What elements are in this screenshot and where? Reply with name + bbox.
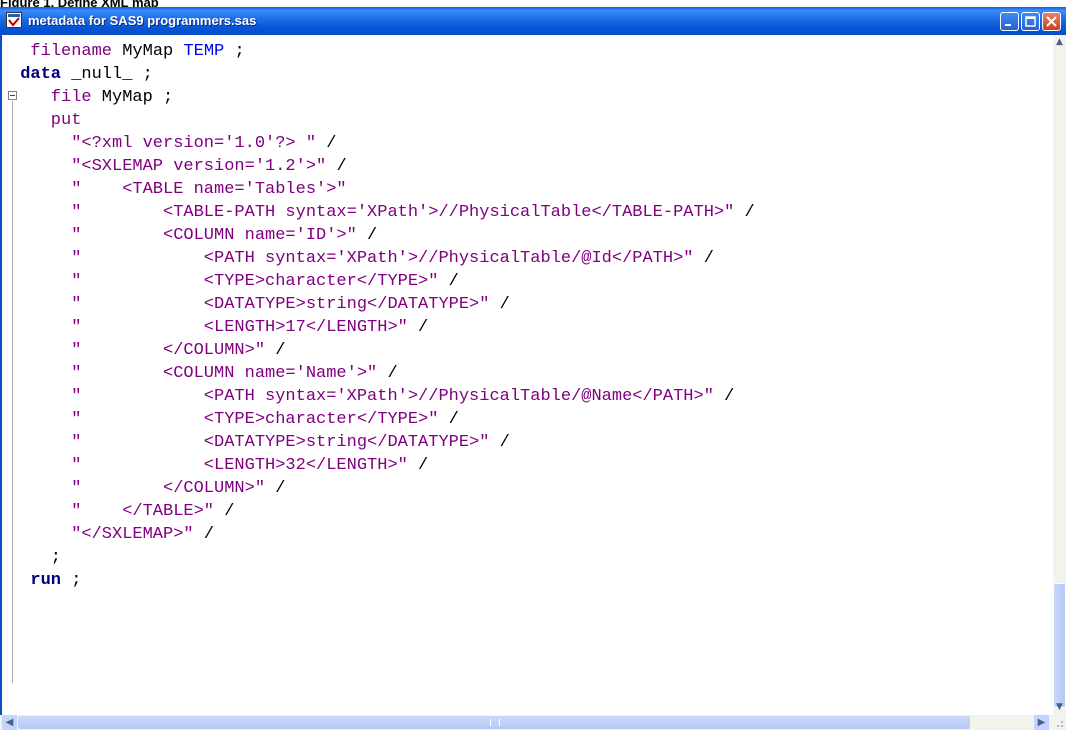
code-token: " <DATATYPE>string</DATATYPE>" <box>71 295 500 314</box>
code-line: file MyMap ; <box>51 86 173 109</box>
code-token: "<SXLEMAP version='1.2'>" <box>71 157 337 176</box>
code-token: ; <box>142 65 153 84</box>
vertical-scroll-thumb[interactable] <box>1053 583 1066 708</box>
code-token: " <COLUMN name='ID'>" <box>71 226 368 245</box>
collapse-icon[interactable] <box>8 91 17 100</box>
scroll-up-arrow-icon[interactable]: ▲ <box>1053 35 1066 50</box>
code-token: / <box>724 387 735 406</box>
code-line: filename MyMap TEMP ; <box>30 40 244 63</box>
scroll-left-arrow-icon[interactable]: ◀ <box>2 715 17 730</box>
close-icon <box>1046 16 1057 27</box>
minimize-button[interactable] <box>1000 12 1019 31</box>
code-token: " </TABLE>" <box>71 502 225 521</box>
code-token: / <box>203 525 215 544</box>
code-line: data _null_ ; <box>20 63 153 86</box>
code-token: " <TABLE-PATH syntax='XPath'>//PhysicalT… <box>71 203 745 222</box>
code-line: " <DATATYPE>string</DATATYPE>" / <box>71 293 510 316</box>
code-line: "<?xml version='1.0'?> " / <box>71 132 336 155</box>
code-token: / <box>448 272 459 291</box>
code-line: "<SXLEMAP version='1.2'>" / <box>71 155 346 178</box>
vertical-scrollbar[interactable]: ▲ ▼ <box>1053 35 1066 715</box>
code-token: " </COLUMN>" <box>71 479 276 498</box>
code-token: / <box>367 226 378 245</box>
code-line: " <TYPE>character</TYPE>" / <box>71 408 459 431</box>
code-line: " <PATH syntax='XPath'>//PhysicalTable/@… <box>71 247 714 270</box>
code-token: " <DATATYPE>string</DATATYPE>" <box>71 433 500 452</box>
code-line: run ; <box>30 569 81 592</box>
horizontal-scrollbar[interactable]: ◀ ▶ <box>0 715 1066 730</box>
code-line: " <LENGTH>17</LENGTH>" / <box>71 316 428 339</box>
code-token: / <box>418 318 429 337</box>
code-token: " </COLUMN>" <box>71 341 276 360</box>
fold-guide <box>12 101 13 683</box>
code-token: ; <box>50 548 61 567</box>
code-token: / <box>224 502 235 521</box>
code-token: " <PATH syntax='XPath'>//PhysicalTable/@… <box>71 387 725 406</box>
close-button[interactable] <box>1042 12 1061 31</box>
code-line: " <TABLE-PATH syntax='XPath'>//PhysicalT… <box>71 201 755 224</box>
code-token: " <TABLE name='Tables'>" <box>71 180 347 199</box>
code-token: / <box>703 249 714 268</box>
code-token: _null_ <box>61 65 143 84</box>
code-line: " <TABLE name='Tables'>" <box>71 178 346 201</box>
code-token: TEMP <box>183 42 225 61</box>
code-token: " <PATH syntax='XPath'>//PhysicalTable/@… <box>71 249 704 268</box>
code-token: / <box>499 295 510 314</box>
code-token: ; <box>61 571 82 590</box>
code-token: data <box>20 65 61 84</box>
code-line: ; <box>51 546 61 569</box>
code-line: put <box>51 109 82 132</box>
code-token: / <box>326 134 337 153</box>
code-token: put <box>50 111 82 130</box>
code-token: / <box>275 479 286 498</box>
scroll-right-arrow-icon[interactable]: ▶ <box>1034 715 1049 730</box>
code-line: "</SXLEMAP>" / <box>71 523 214 546</box>
code-token: run <box>30 571 61 590</box>
code-token: / <box>336 157 347 176</box>
code-token: "</SXLEMAP>" <box>71 525 204 544</box>
sas-editor-window: metadata for SAS9 programmers.sas filena… <box>0 7 1066 738</box>
code-token: " <TYPE>character</TYPE>" <box>71 410 449 429</box>
code-line: " </COLUMN>" / <box>71 477 285 500</box>
code-token: ; <box>224 42 245 61</box>
code-line: " <PATH syntax='XPath'>//PhysicalTable/@… <box>71 385 734 408</box>
code-token: "<?xml version='1.0'?> " <box>71 134 327 153</box>
title-bar[interactable]: metadata for SAS9 programmers.sas <box>0 7 1066 35</box>
code-token: " <LENGTH>17</LENGTH>" <box>71 318 419 337</box>
maximize-icon <box>1025 16 1036 27</box>
code-token: MyMap ; <box>91 88 174 107</box>
code-token: " <COLUMN name='Name'>" <box>71 364 388 383</box>
code-token: / <box>418 456 429 475</box>
code-line: " <COLUMN name='Name'>" / <box>71 362 397 385</box>
window-title: metadata for SAS9 programmers.sas <box>28 13 257 28</box>
code-line: " </COLUMN>" / <box>71 339 285 362</box>
code-editor[interactable]: filename MyMap TEMP ; data _null_ ; file M… <box>0 35 1053 715</box>
scroll-down-arrow-icon[interactable]: ▼ <box>1053 700 1066 715</box>
code-token: / <box>387 364 398 383</box>
grip-icon <box>490 719 500 726</box>
sas-program-icon <box>6 12 22 28</box>
horizontal-scroll-thumb[interactable] <box>18 716 970 729</box>
code-token: file <box>50 88 92 107</box>
code-token: / <box>744 203 755 222</box>
minimize-icon <box>1005 24 1011 26</box>
code-line: " <COLUMN name='ID'>" / <box>71 224 377 247</box>
maximize-button[interactable] <box>1021 12 1040 31</box>
code-token: filename <box>30 42 113 61</box>
size-grip-icon[interactable] <box>1051 715 1066 730</box>
code-token: / <box>275 341 286 360</box>
code-line: " <LENGTH>32</LENGTH>" / <box>71 454 428 477</box>
code-token: " <TYPE>character</TYPE>" <box>71 272 449 291</box>
code-line: " </TABLE>" / <box>71 500 234 523</box>
code-token: MyMap <box>112 42 184 61</box>
code-token: " <LENGTH>32</LENGTH>" <box>71 456 419 475</box>
code-token: / <box>499 433 510 452</box>
code-token: / <box>448 410 459 429</box>
code-line: " <DATATYPE>string</DATATYPE>" / <box>71 431 510 454</box>
code-line: " <TYPE>character</TYPE>" / <box>71 270 459 293</box>
